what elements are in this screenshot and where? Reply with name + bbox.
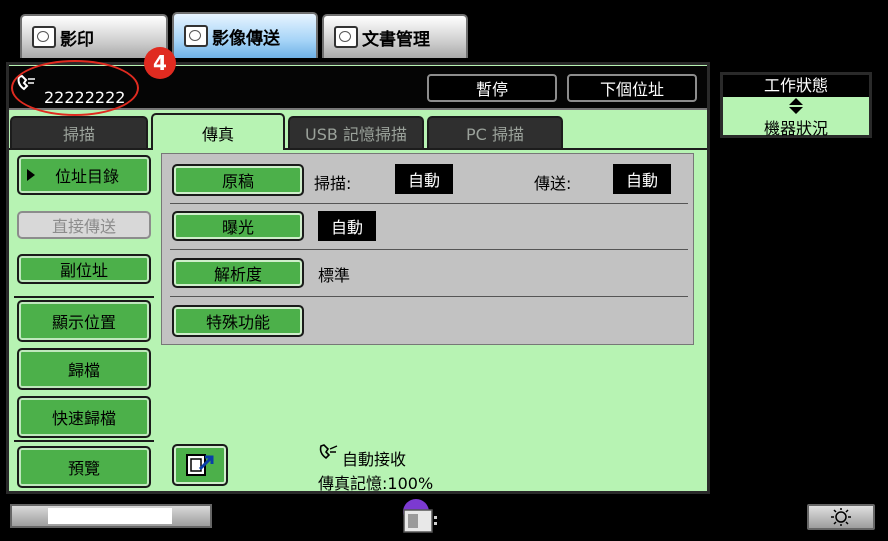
tab-pc-scan[interactable]: PC 掃描 (427, 116, 563, 148)
resolution-value: 標準 (318, 266, 351, 285)
pause-button[interactable]: 暫停 (427, 74, 557, 102)
send-label: 傳送: (534, 174, 572, 193)
mode-tab-copy[interactable]: 影印 (20, 14, 168, 58)
send-program-icon (186, 454, 214, 476)
side-divider-2 (14, 440, 154, 442)
scan-label: 掃描: (314, 174, 352, 193)
mode-tab-bar: 影印 影像傳送 文書管理 (12, 12, 470, 58)
progress-bar (10, 504, 212, 528)
side-divider (14, 296, 154, 298)
resolution-button[interactable]: 解析度 (172, 258, 304, 288)
progress-bar-fill (48, 508, 172, 524)
machine-activity-icon (400, 496, 446, 536)
mode-tab-document-filing[interactable]: 文書管理 (322, 14, 468, 58)
up-down-arrow-icon (786, 97, 806, 115)
fax-memory-label: 傳真記憶: (318, 474, 388, 493)
image-send-icon (184, 25, 208, 47)
send-value[interactable]: 自動 (613, 164, 671, 194)
quick-file-button[interactable]: 快速歸檔 (17, 396, 151, 438)
tab-fax[interactable]: 傳真 (151, 113, 285, 150)
tab-scan[interactable]: 掃描 (10, 116, 148, 148)
next-address-button[interactable]: 下個位址 (567, 74, 697, 102)
mode-tab-image-send[interactable]: 影像傳送 (172, 12, 318, 58)
triangle-right-icon (27, 169, 35, 181)
file-button[interactable]: 歸檔 (17, 348, 151, 390)
tab-usb-scan[interactable]: USB 記憶掃描 (288, 116, 424, 148)
document-filing-icon (334, 26, 358, 48)
callout-badge: 4 (144, 47, 176, 79)
preview-button[interactable]: 預覽 (17, 446, 151, 488)
address-book-label: 位址目錄 (55, 167, 120, 186)
direct-send-button[interactable]: 直接傳送 (17, 211, 151, 239)
mode-tab-copy-label: 影印 (60, 29, 94, 50)
copy-icon (32, 26, 56, 48)
auto-receive-icon (318, 444, 340, 462)
address-highlight-ring (11, 60, 139, 116)
brightness-button[interactable] (807, 504, 875, 530)
status-panel[interactable]: 工作狀態 機器狀況 (720, 72, 872, 138)
settings-divider-1 (170, 203, 688, 204)
settings-divider-2 (170, 249, 688, 250)
send-program-button[interactable] (172, 444, 228, 486)
scan-value[interactable]: 自動 (395, 164, 453, 194)
mode-tab-image-send-label: 影像傳送 (212, 28, 280, 49)
job-status-label: 工作狀態 (723, 75, 869, 97)
fax-memory-status: 傳真記憶:100% (318, 470, 518, 493)
fax-memory-value: 100% (387, 474, 434, 493)
exposure-value[interactable]: 自動 (318, 211, 376, 241)
mode-tab-document-filing-label: 文書管理 (362, 29, 430, 50)
sub-address-button[interactable]: 副位址 (17, 254, 151, 284)
brightness-icon (831, 508, 851, 526)
machine-status-label: 機器狀況 (763, 119, 828, 138)
original-button[interactable]: 原稿 (172, 164, 304, 196)
address-book-button[interactable]: 位址目錄 (17, 155, 151, 195)
exposure-button[interactable]: 曝光 (172, 211, 304, 241)
auto-receive-label: 自動接收 (342, 450, 407, 469)
settings-divider-3 (170, 296, 688, 297)
display-position-button[interactable]: 顯示位置 (17, 300, 151, 342)
special-functions-button[interactable]: 特殊功能 (172, 305, 304, 337)
